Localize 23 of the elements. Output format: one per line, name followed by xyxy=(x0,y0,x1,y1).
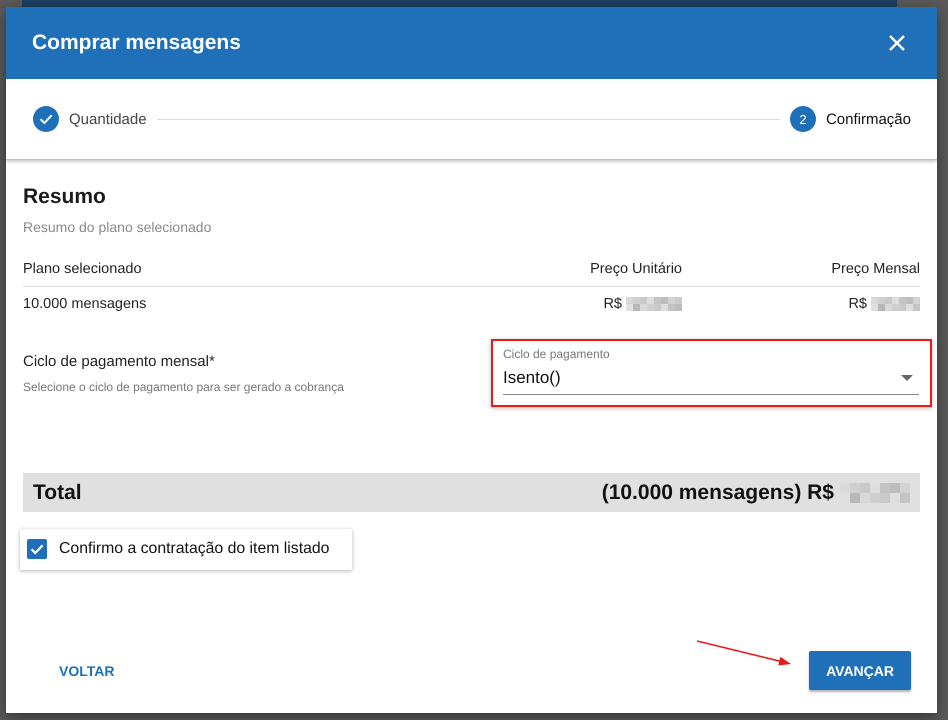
section-subtitle: Resumo do plano selecionado xyxy=(23,218,212,236)
step-label: Quantidade xyxy=(69,110,147,128)
column-header: Preço Unitário xyxy=(590,260,682,278)
payment-cycle-select[interactable]: Ciclo de pagamento Isento() xyxy=(503,347,919,395)
total-amount: (10.000 mensagens) R$ xyxy=(602,480,834,504)
dialog-title: Comprar mensagens xyxy=(32,31,241,55)
field-label: Ciclo de pagamento mensal* xyxy=(23,352,216,370)
step-label: Confirmação xyxy=(826,110,911,128)
back-button[interactable]: VOLTAR xyxy=(43,652,130,688)
checkbox-label: Confirmo a contratação do item listado xyxy=(59,540,330,558)
step-number: 2 xyxy=(790,106,816,132)
column-header: Plano selecionado xyxy=(23,260,143,278)
total-label: Total xyxy=(33,480,82,504)
close-icon xyxy=(889,35,905,51)
currency-symbol: R$ xyxy=(603,295,622,313)
next-button[interactable]: AVANÇAR xyxy=(809,651,911,690)
section-title: Resumo xyxy=(23,185,107,209)
field-hint: Selecione o ciclo de pagamento para ser gerado a cobrança xyxy=(23,380,344,394)
checkbox[interactable] xyxy=(27,539,47,559)
column-header: Preço Mensal xyxy=(831,260,920,278)
table-cell-text: 10.000 mensagens xyxy=(23,295,148,313)
dropdown-caret-icon xyxy=(901,375,913,381)
currency-symbol: R$ xyxy=(848,295,867,313)
